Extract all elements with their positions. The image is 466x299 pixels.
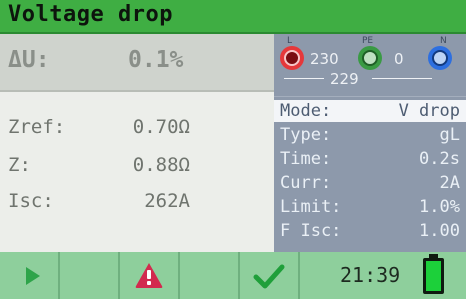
param-label: Curr: bbox=[280, 173, 332, 193]
param-limit[interactable]: Limit: 1.0% bbox=[274, 196, 466, 218]
pe-terminal-icon bbox=[358, 46, 382, 70]
check-icon bbox=[253, 264, 285, 289]
confirm-button[interactable] bbox=[240, 252, 300, 299]
param-time[interactable]: Time: 0.2s bbox=[274, 148, 466, 170]
param-value: 1.00 bbox=[419, 221, 460, 241]
param-value: 1.0% bbox=[419, 197, 460, 217]
clock: 21:39 bbox=[340, 263, 401, 287]
title-bar: Voltage drop bbox=[0, 0, 466, 34]
warning-icon bbox=[135, 263, 163, 288]
param-label: Mode: bbox=[280, 101, 332, 121]
z-value: 0.88Ω bbox=[132, 154, 190, 176]
l-pe-voltage: 230 bbox=[310, 50, 339, 68]
param-value: gL bbox=[439, 125, 460, 145]
play-icon bbox=[26, 267, 40, 285]
empty-key-2[interactable] bbox=[180, 252, 240, 299]
settings-panel: L 230 PE 0 N 229 Mode: V drop Type: gL T… bbox=[274, 34, 466, 252]
empty-key-1[interactable] bbox=[60, 252, 120, 299]
status-bar: 21:39 bbox=[0, 252, 466, 299]
voltage-line-left bbox=[284, 78, 324, 79]
param-value: V drop bbox=[398, 101, 460, 121]
battery-icon bbox=[423, 258, 444, 294]
param-f-isc[interactable]: F Isc: 1.00 bbox=[274, 220, 466, 242]
results-panel: ΔU: 0.1% Zref: 0.70Ω Z: 0.88Ω Isc: 262A bbox=[0, 34, 274, 252]
zref-label: Zref: bbox=[8, 116, 66, 138]
param-value: 0.2s bbox=[419, 149, 460, 169]
z-label: Z: bbox=[8, 154, 31, 176]
param-mode[interactable]: Mode: V drop bbox=[274, 100, 466, 122]
l-terminal-icon bbox=[280, 46, 304, 70]
start-button[interactable] bbox=[0, 252, 60, 299]
l-terminal-label: L bbox=[287, 36, 293, 46]
tester-screen: Voltage drop ΔU: 0.1% Zref: 0.70Ω Z: 0.8… bbox=[0, 0, 466, 299]
du-value: 0.1% bbox=[128, 47, 184, 73]
n-terminal-icon bbox=[428, 46, 452, 70]
voltage-line-right bbox=[372, 78, 432, 79]
isc-value: 262A bbox=[144, 190, 190, 212]
parameter-list: Mode: V drop Type: gL Time: 0.2s Curr: 2… bbox=[274, 98, 466, 252]
param-type[interactable]: Type: gL bbox=[274, 124, 466, 146]
voltage-drop-result: ΔU: 0.1% bbox=[0, 34, 274, 92]
pe-terminal-label: PE bbox=[362, 36, 374, 46]
param-label: Limit: bbox=[280, 197, 342, 217]
param-value: 2A bbox=[439, 173, 460, 193]
l-n-voltage: 229 bbox=[330, 70, 359, 88]
screen-title: Voltage drop bbox=[8, 2, 173, 27]
isc-label: Isc: bbox=[8, 190, 54, 212]
pe-n-voltage: 0 bbox=[394, 50, 404, 68]
terminal-voltages: L 230 PE 0 N 229 bbox=[274, 34, 466, 96]
n-terminal-label: N bbox=[440, 36, 447, 46]
warning-button[interactable] bbox=[120, 252, 180, 299]
param-curr[interactable]: Curr: 2A bbox=[274, 172, 466, 194]
param-label: Type: bbox=[280, 125, 332, 145]
du-label: ΔU: bbox=[8, 47, 50, 73]
param-label: Time: bbox=[280, 149, 332, 169]
param-label: F Isc: bbox=[280, 221, 342, 241]
zref-value: 0.70Ω bbox=[132, 116, 190, 138]
divider bbox=[274, 96, 466, 97]
